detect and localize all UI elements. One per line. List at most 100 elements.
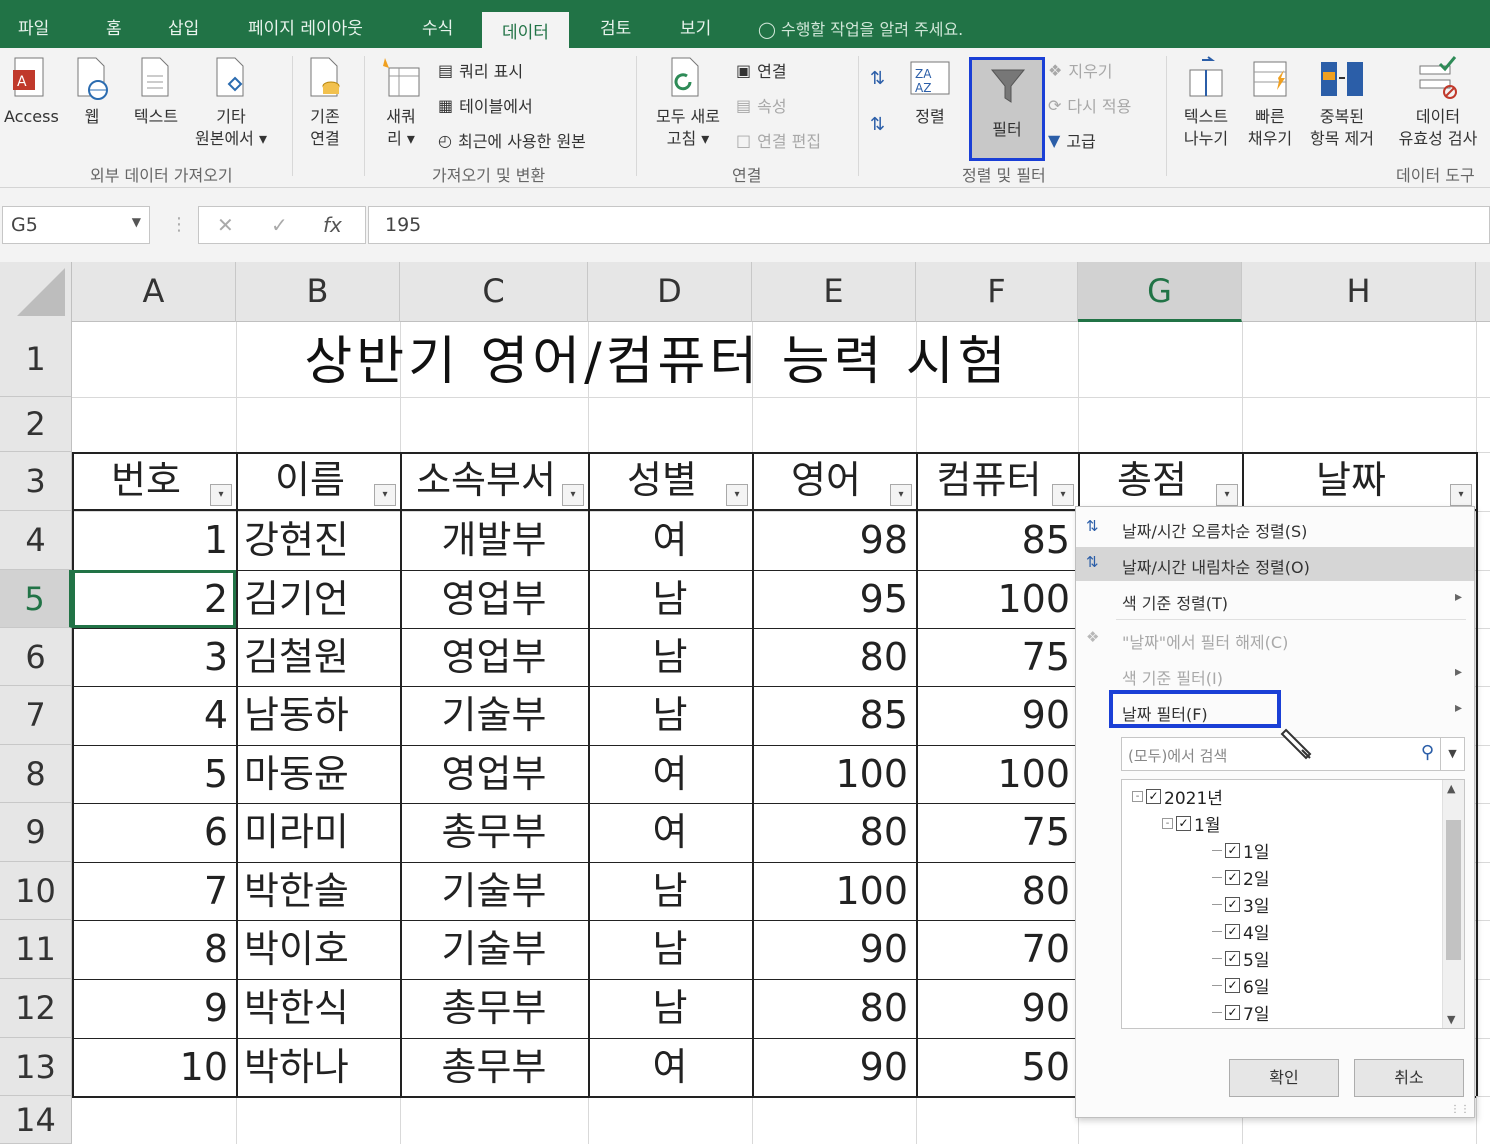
refresh-all-button[interactable]: 모두 새로 고침 ▾ — [646, 56, 730, 150]
tab-insert[interactable]: 삽입 — [168, 14, 199, 39]
row-header-12[interactable]: 12 — [0, 979, 72, 1038]
filter-dropdown-button[interactable]: ▾ — [1216, 484, 1238, 506]
checkbox[interactable]: ✓ — [1225, 843, 1240, 858]
checkbox[interactable]: ✓ — [1225, 951, 1240, 966]
cell-name[interactable]: 남동하 — [236, 686, 400, 745]
sheet-title[interactable]: 상반기 영어/컴퓨터 능력 시험 — [72, 327, 1242, 397]
cell-dept[interactable]: 영업부 — [400, 628, 588, 686]
menu-sort-ascending[interactable]: ⇅ 날짜/시간 오름차순 정렬(S) — [1076, 511, 1474, 545]
recent-sources-button[interactable]: ◴ 최근에 사용한 원본 — [438, 128, 586, 152]
scroll-down-icon[interactable]: ▼ — [1447, 1013, 1455, 1026]
cell-comp[interactable]: 90 — [916, 686, 1078, 745]
cell-gender[interactable]: 남 — [588, 920, 752, 979]
row-header-11[interactable]: 11 — [0, 920, 72, 979]
cell-eng[interactable]: 80 — [752, 628, 916, 686]
filter-dropdown-button[interactable]: ▾ — [374, 484, 396, 506]
tree-node[interactable]: ✓ 6일 — [1212, 973, 1269, 998]
checkbox[interactable]: ✓ — [1225, 870, 1240, 885]
cell-gender[interactable]: 남 — [588, 686, 752, 745]
column-header-d[interactable]: D — [588, 262, 752, 322]
tree-scrollbar[interactable]: ▲ ▼ — [1442, 780, 1464, 1028]
cell-no[interactable]: 7 — [72, 862, 236, 920]
cell-no[interactable]: 5 — [72, 745, 236, 803]
tree-node[interactable]: ✓ 1일 — [1212, 838, 1269, 863]
new-query-button[interactable]: 새쿼 리 ▾ — [376, 56, 426, 150]
checkbox[interactable]: ✓ — [1176, 816, 1191, 831]
cell-gender[interactable]: 여 — [588, 511, 752, 570]
tab-data[interactable]: 데이터 — [482, 12, 569, 48]
cell-name[interactable]: 강현진 — [236, 511, 400, 570]
flash-fill-button[interactable]: 빠른 채우기 — [1240, 56, 1300, 150]
row-header-2[interactable]: 2 — [0, 397, 72, 452]
cell-name[interactable]: 박하나 — [236, 1038, 400, 1096]
column-header-c[interactable]: C — [400, 262, 588, 322]
column-header-a[interactable]: A — [72, 262, 236, 322]
from-other-sources-button[interactable]: 기타 원본에서 ▾ — [186, 56, 276, 150]
filter-dropdown-button[interactable]: ▾ — [1450, 484, 1472, 506]
cell-name[interactable]: 마동윤 — [236, 745, 400, 803]
checkbox[interactable]: ✓ — [1225, 897, 1240, 912]
cell-no[interactable]: 8 — [72, 920, 236, 979]
formula-input[interactable]: 195 — [368, 206, 1490, 244]
cell-eng[interactable]: 100 — [752, 862, 916, 920]
row-header-10[interactable]: 10 — [0, 862, 72, 920]
column-header-h[interactable]: H — [1242, 262, 1476, 322]
filter-values-tree[interactable]: ▲ ▼ - ✓ 2021년 - ✓ 1월 ✓ 1일 ✓ 2일 ✓ 3일 ✓ 4일 ✓ 5일 ✓ 6일 ✓ 7일 — [1121, 779, 1465, 1029]
cell-gender[interactable]: 남 — [588, 979, 752, 1038]
tab-formulas[interactable]: 수식 — [422, 14, 453, 39]
tree-node[interactable]: ✓ 7일 — [1212, 1000, 1269, 1025]
cell-dept[interactable]: 기술부 — [400, 862, 588, 920]
header-cell[interactable]: 소속부서 — [400, 454, 588, 509]
filter-button[interactable]: 필터 — [969, 57, 1045, 161]
cell-no[interactable]: 10 — [72, 1038, 236, 1096]
remove-duplicates-button[interactable]: 중복된 항목 제거 — [1300, 56, 1384, 150]
tab-page-layout[interactable]: 페이지 레이아웃 — [248, 14, 363, 39]
scroll-thumb[interactable] — [1446, 820, 1461, 960]
cell-dept[interactable]: 기술부 — [400, 686, 588, 745]
tell-me-box[interactable]: ◯ 수행할 작업을 알려 주세요. — [758, 16, 963, 40]
cell-eng[interactable]: 100 — [752, 745, 916, 803]
sort-button[interactable]: ZA AZ 정렬 — [904, 56, 956, 128]
filter-dropdown-button[interactable]: ▾ — [210, 484, 232, 506]
sort-asc-button[interactable]: ⇅ — [870, 68, 885, 89]
collapse-icon[interactable]: - — [1132, 791, 1143, 802]
name-box-dropdown-icon[interactable]: ▼ — [132, 215, 141, 229]
resize-grip-icon[interactable]: ⋮⋮ — [1450, 1104, 1470, 1115]
cell-gender[interactable]: 남 — [588, 628, 752, 686]
header-cell[interactable]: 날짜 — [1242, 454, 1476, 509]
tree-node[interactable]: ✓ 4일 — [1212, 919, 1269, 944]
cell-dept[interactable]: 영업부 — [400, 570, 588, 628]
tree-node[interactable]: ✓ 2일 — [1212, 865, 1269, 890]
from-web-button[interactable]: 웹 — [72, 56, 112, 128]
cell-name[interactable]: 박한솔 — [236, 862, 400, 920]
cell-no[interactable]: 1 — [72, 511, 236, 570]
row-header-5[interactable]: 5 — [0, 570, 72, 628]
ok-button[interactable]: 확인 — [1229, 1059, 1339, 1097]
checkbox[interactable]: ✓ — [1146, 789, 1161, 804]
advanced-filter-button[interactable]: ▼ 고급 — [1048, 128, 1096, 152]
cancel-button[interactable]: 취소 — [1354, 1059, 1464, 1097]
cell-comp[interactable]: 70 — [916, 920, 1078, 979]
cell-eng[interactable]: 98 — [752, 511, 916, 570]
cell-eng[interactable]: 90 — [752, 920, 916, 979]
cell-name[interactable]: 박이호 — [236, 920, 400, 979]
cell-comp[interactable]: 75 — [916, 803, 1078, 862]
row-header-7[interactable]: 7 — [0, 686, 72, 745]
cell-no[interactable]: 4 — [72, 686, 236, 745]
cell-comp[interactable]: 90 — [916, 979, 1078, 1038]
from-text-button[interactable]: 텍스트 — [126, 56, 186, 128]
cell-dept[interactable]: 총무부 — [400, 979, 588, 1038]
cell-comp[interactable]: 50 — [916, 1038, 1078, 1096]
from-table-button[interactable]: ▦ 테이블에서 — [438, 93, 533, 117]
cell-name[interactable]: 미라미 — [236, 803, 400, 862]
collapse-icon[interactable]: - — [1162, 818, 1173, 829]
insert-function-icon[interactable]: fx — [323, 213, 342, 237]
tree-node[interactable]: ✓ 5일 — [1212, 946, 1269, 971]
access-button[interactable]: A Access — [4, 56, 59, 128]
cell-eng[interactable]: 90 — [752, 1038, 916, 1096]
menu-sort-by-color[interactable]: 색 기준 정렬(T) ▸ — [1076, 583, 1474, 617]
column-header-e[interactable]: E — [752, 262, 916, 322]
column-header-g[interactable]: G — [1078, 262, 1242, 322]
existing-connections-button[interactable]: 기존 연결 — [300, 56, 350, 150]
cell-no[interactable]: 9 — [72, 979, 236, 1038]
